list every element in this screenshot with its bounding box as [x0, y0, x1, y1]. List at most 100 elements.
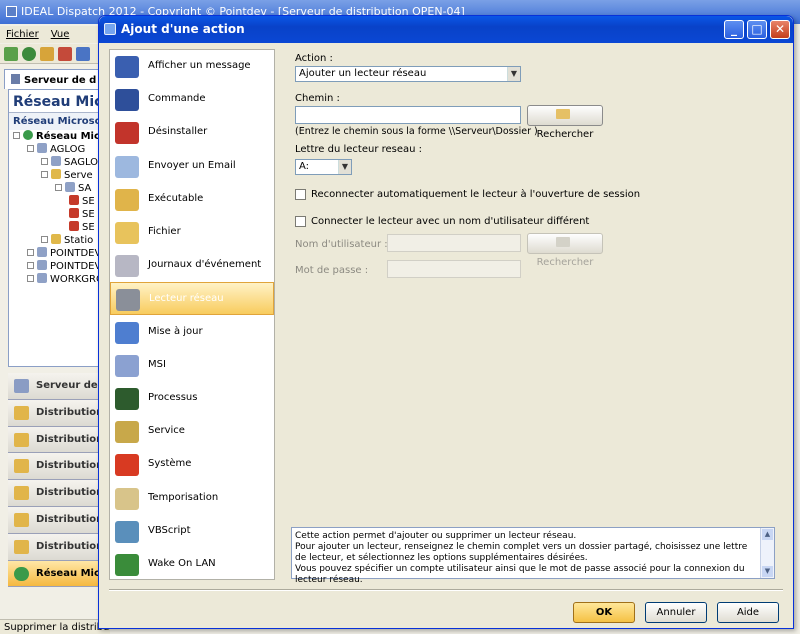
refresh-icon[interactable]: [22, 47, 36, 61]
package-icon[interactable]: [40, 47, 54, 61]
action-item[interactable]: Wake On LAN: [110, 548, 274, 581]
reconnect-label[interactable]: Reconnecter automatiquement le lecteur à…: [311, 189, 640, 200]
other-user-checkbox[interactable]: [295, 216, 306, 227]
username-input[interactable]: [387, 234, 521, 252]
nav-distributions[interactable]: Distributions: [8, 453, 110, 481]
delete-icon[interactable]: [58, 47, 72, 61]
scroll-down-icon[interactable]: ▼: [762, 566, 773, 577]
reconnect-checkbox[interactable]: [295, 189, 306, 200]
close-button[interactable]: ✕: [770, 20, 790, 39]
scroll-up-icon[interactable]: ▲: [762, 529, 773, 540]
action-item[interactable]: Processus: [110, 382, 274, 415]
action-item[interactable]: VBScript: [110, 515, 274, 548]
action-item[interactable]: Envoyer un Email: [110, 150, 274, 183]
tree-item[interactable]: SE: [69, 208, 95, 221]
rechercher-user-button[interactable]: Rechercher: [527, 233, 603, 268]
dialog-app-icon: [104, 23, 116, 35]
action-form: Action : Ajouter un lecteur réseau ▼ Chem…: [295, 49, 779, 529]
tree-item[interactable]: SA: [55, 182, 91, 195]
action-item[interactable]: Exécutable: [110, 183, 274, 216]
background-toolbar: [0, 44, 110, 64]
action-item[interactable]: Mise à jour: [110, 316, 274, 349]
nav-serveur[interactable]: Serveur de d: [8, 373, 110, 400]
add-icon[interactable]: [4, 47, 18, 61]
process-icon: [115, 388, 139, 410]
uninstall-icon: [115, 122, 139, 145]
ok-button[interactable]: OK: [573, 602, 635, 623]
password-input[interactable]: [387, 260, 521, 278]
action-item[interactable]: Fichier: [110, 216, 274, 249]
menu-fichier[interactable]: Fichier: [6, 29, 39, 40]
action-label: Action :: [295, 53, 333, 64]
tree-item[interactable]: SAGLO: [41, 156, 98, 169]
event-log-icon: [115, 255, 139, 278]
nav-distributions[interactable]: Distributions: [8, 533, 110, 561]
description-text: Cette action permet d'ajouter ou supprim…: [295, 531, 748, 585]
tree-item[interactable]: POINTDEV: [27, 247, 101, 260]
help-button[interactable]: Aide: [717, 602, 779, 623]
nav-distributions[interactable]: Distributions: [8, 480, 110, 507]
action-item-label: Journaux d'événement: [148, 259, 262, 271]
action-item[interactable]: Commande: [110, 83, 274, 116]
description-box[interactable]: Cette action permet d'ajouter ou supprim…: [291, 527, 775, 585]
other-user-label[interactable]: Connecter le lecteur avec un nom d'utili…: [311, 216, 589, 227]
chevron-down-icon[interactable]: ▼: [338, 160, 351, 174]
nav-distributions[interactable]: Distributions: [8, 506, 110, 534]
nav-reseau-microsoft[interactable]: Réseau Micro: [8, 560, 110, 588]
panel-subtitle: Réseau Microsoft: [9, 113, 109, 130]
action-item[interactable]: MSI: [110, 349, 274, 382]
folder-icon: [556, 109, 570, 119]
action-item-label: Système: [148, 458, 192, 470]
action-item[interactable]: Désinstaller: [110, 116, 274, 149]
action-item[interactable]: Service: [110, 415, 274, 448]
scrollbar[interactable]: ▲ ▼: [760, 528, 774, 578]
properties-icon[interactable]: [76, 47, 90, 61]
tab-label: Serveur de d: [24, 75, 97, 86]
action-item[interactable]: Journaux d'événement: [110, 249, 274, 282]
action-item-label: VBScript: [148, 524, 191, 536]
action-item[interactable]: Temporisation: [110, 482, 274, 515]
nav-distributions[interactable]: Distributions: [8, 426, 110, 454]
tree-item[interactable]: SE: [69, 195, 95, 208]
action-item-label: Wake On LAN: [148, 558, 216, 569]
action-item-label: Lecteur réseau: [149, 293, 224, 305]
rechercher-button[interactable]: Rechercher: [527, 105, 603, 140]
add-action-dialog: Ajout d'une action _ □ ✕ Afficher un mes…: [98, 15, 794, 629]
hourglass-icon: [115, 487, 139, 510]
lettre-label: Lettre du lecteur reseau :: [295, 144, 423, 155]
action-item[interactable]: Afficher un message: [110, 50, 274, 83]
tree-item[interactable]: WORKGRO: [27, 273, 104, 286]
username-label: Nom d'utilisateur :: [295, 239, 388, 250]
action-item-label: Désinstaller: [148, 126, 208, 138]
panel-title: Réseau Micro: [9, 90, 109, 113]
action-item[interactable]: Lecteur réseau: [110, 282, 274, 316]
action-item-label: Afficher un message: [148, 60, 251, 71]
tree-item[interactable]: SE: [69, 221, 95, 234]
chemin-input[interactable]: [295, 106, 521, 124]
action-item-label: Mise à jour: [148, 325, 203, 337]
tree-item[interactable]: Serve: [41, 169, 93, 182]
chevron-down-icon[interactable]: ▼: [507, 67, 520, 81]
tree-item[interactable]: Réseau Micr: [13, 130, 105, 143]
maximize-button[interactable]: □: [747, 20, 767, 39]
action-item-label: Exécutable: [148, 192, 204, 204]
action-item-label: Envoyer un Email: [148, 159, 236, 171]
action-item-label: MSI: [148, 358, 166, 370]
tab-serveur[interactable]: Serveur de d: [4, 69, 110, 89]
email-icon: [115, 155, 139, 178]
action-item-label: Service: [148, 425, 185, 437]
tree-item[interactable]: POINTDEV: [27, 260, 101, 273]
command-icon: [115, 89, 139, 112]
update-icon: [115, 321, 139, 344]
action-select[interactable]: Ajouter un lecteur réseau ▼: [295, 66, 521, 82]
tree-item[interactable]: Statio: [41, 234, 93, 247]
wake-on-lan-icon: [115, 554, 139, 576]
lettre-select[interactable]: A: ▼: [295, 159, 352, 175]
minimize-button[interactable]: _: [724, 20, 744, 39]
nav-distributions[interactable]: Distributions: [8, 399, 110, 427]
action-item[interactable]: Système: [110, 448, 274, 481]
cancel-button[interactable]: Annuler: [645, 602, 707, 623]
menu-vue[interactable]: Vue: [51, 29, 70, 40]
separator: [109, 589, 783, 591]
tree-item[interactable]: AGLOG: [27, 143, 85, 156]
